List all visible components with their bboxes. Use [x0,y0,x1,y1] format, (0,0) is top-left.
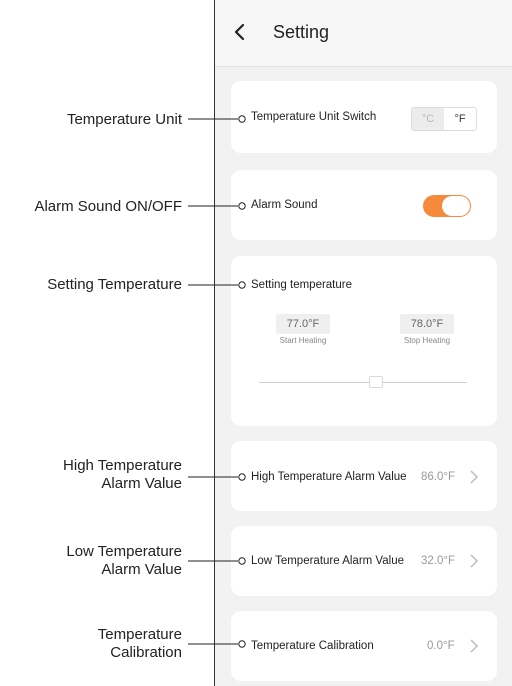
annotation-temperature-calibration: Temperature Calibration [98,626,182,662]
top-bar: Setting [215,0,512,67]
annotation-low-temperature: Low Temperature Alarm Value [66,543,182,579]
annotation-temperature-unit: Temperature Unit [66,111,182,128]
alarm-sound-card: Alarm Sound [231,170,497,240]
temperature-unit-card: Temperature Unit Switch °C °F [231,81,497,153]
high-temperature-value: 86.0°F [421,471,456,483]
annotation-calib-line2: Calibration [110,644,182,661]
setting-temperature-card: Setting temperature 77.0°F Start Heating… [231,256,497,426]
low-temperature-label: Low Temperature Alarm Value [251,555,404,567]
temperature-calibration-value: 0.0°F [427,640,455,652]
temperature-calibration-card[interactable]: Temperature Calibration 0.0°F [231,611,497,681]
toggle-knob [442,196,470,216]
annotation-calib-line1: Temperature [97,626,182,643]
temperature-calibration-label: Temperature Calibration [251,640,374,652]
annotation-low-line1: Low Temperature [66,543,182,560]
start-heating-value[interactable]: 77.0°F [276,314,330,334]
annotation-low-line2: Alarm Value [101,561,182,578]
celsius-option[interactable]: °C [412,108,444,130]
setting-temperature-label: Setting temperature [251,279,353,291]
temperature-unit-switch[interactable]: °C °F [411,107,477,131]
annotation-high-line2: Alarm Value [101,475,182,492]
annotation-high-line1: High Temperature [63,457,182,474]
temperature-slider-thumb[interactable] [369,376,383,388]
stop-heating-caption: Stop Heating [403,336,451,345]
back-arrow-icon[interactable] [231,22,249,42]
start-heating-caption: Start Heating [279,336,327,345]
chevron-right-icon[interactable] [469,469,479,485]
fahrenheit-option[interactable]: °F [444,108,476,130]
high-temperature-alarm-card[interactable]: High Temperature Alarm Value 86.0°F [231,441,497,511]
annotation-alarm-sound: Alarm Sound ON/OFF [34,198,182,215]
alarm-sound-label: Alarm Sound [251,199,318,211]
chevron-right-icon[interactable] [469,553,479,569]
low-temperature-alarm-card[interactable]: Low Temperature Alarm Value 32.0°F [231,526,497,596]
annotation-high-temperature: High Temperature Alarm Value [63,457,182,493]
temperature-unit-label: Temperature Unit Switch [251,111,377,123]
low-temperature-value: 32.0°F [421,555,456,567]
phone-screen: Setting Temperature Unit Switch °C °F Al… [214,0,512,686]
high-temperature-label: High Temperature Alarm Value [251,471,407,483]
page-title: Setting [273,22,330,42]
annotation-setting-temperature: Setting Temperature [47,276,182,293]
stop-heating-value[interactable]: 78.0°F [400,314,454,334]
temperature-slider-track[interactable] [259,382,467,383]
chevron-right-icon[interactable] [469,638,479,654]
alarm-sound-toggle[interactable] [423,195,471,217]
